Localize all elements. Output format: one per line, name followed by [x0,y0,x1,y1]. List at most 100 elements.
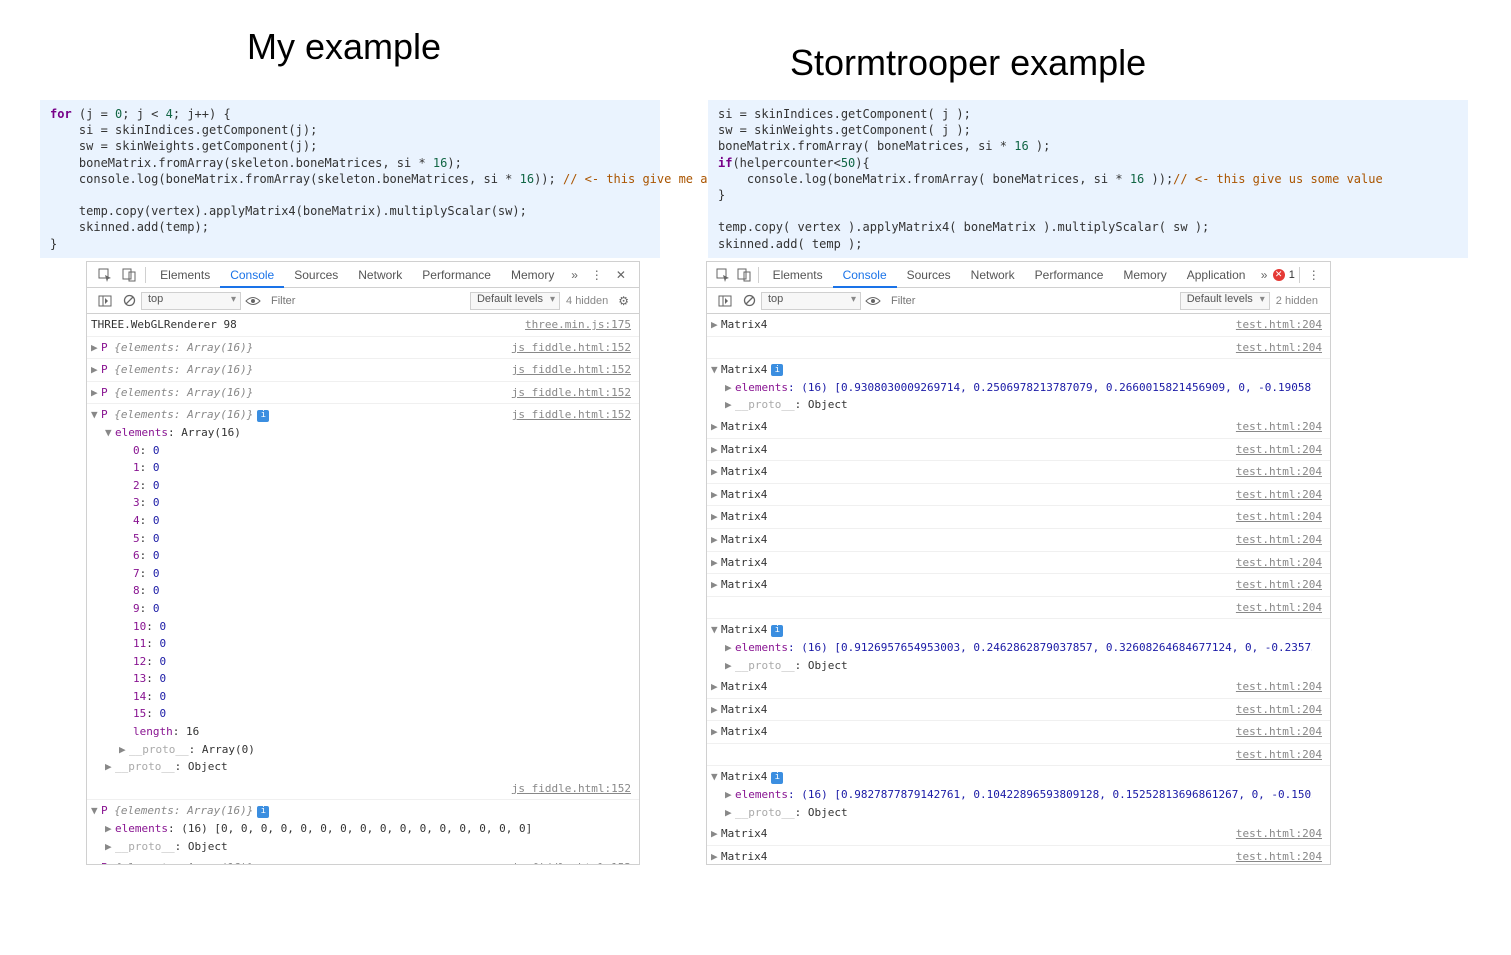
source-link[interactable]: test.html:204 [1226,486,1322,504]
info-badge-icon: i [771,625,783,637]
source-link[interactable]: js fiddle.html:152 [502,361,631,379]
device-icon[interactable] [117,262,141,288]
console-log-area[interactable]: THREE.WebGLRenderer 98three.min.js:175 ▶… [87,314,639,864]
source-link[interactable]: js fiddle.html:152 [502,339,631,357]
log-entry[interactable]: ▶Matrix4 [711,316,1226,334]
filter-input[interactable] [265,295,470,307]
hidden-count: 2 hidden [1270,295,1324,307]
sidebar-toggle-icon[interactable] [93,288,117,314]
log-entry[interactable]: ▶P {elements: Array(16)} [91,859,502,864]
log-entry[interactable]: ▶P {elements: Array(16)} [91,339,502,357]
source-link[interactable]: test.html:204 [1226,316,1322,334]
log-entry[interactable]: ▶Matrix4 [711,576,1226,594]
log-entry-expanded[interactable]: ▼P {elements: Array(16)}i ▼elements: Arr… [91,406,502,775]
source-link[interactable]: js fiddle.html:152 [502,859,631,864]
log-entry[interactable]: ▶Matrix4 [711,554,1226,572]
tabbar: Elements Console Sources Network Perform… [707,262,1330,288]
more-tabs-icon[interactable]: » [1255,268,1272,282]
tab-console[interactable]: Console [220,262,284,288]
source-link[interactable]: test.html:204 [1226,848,1322,864]
log-entry[interactable]: ▶Matrix4 [711,486,1226,504]
inspect-icon[interactable] [93,262,117,288]
log-entry[interactable]: ▶Matrix4 [711,723,1226,741]
source-link[interactable]: test.html:204 [1226,576,1322,594]
tab-application[interactable]: Application [1177,262,1256,288]
tab-performance[interactable]: Performance [412,262,501,288]
source-link[interactable]: test.html:204 [1226,701,1322,719]
gear-icon[interactable]: ⚙ [614,294,633,308]
source-link[interactable]: test.html:204 [1226,508,1322,526]
title-left: My example [247,26,441,68]
source-link[interactable]: js fiddle.html:152 [502,384,631,402]
more-tabs-icon[interactable]: » [564,268,584,282]
source-link[interactable]: test.html:204 [1226,441,1322,459]
levels-select[interactable]: Default levels [1180,292,1270,310]
error-badge[interactable]: ✕1 [1273,269,1295,281]
log-entry[interactable]: ▶Matrix4 [711,418,1226,436]
tab-network[interactable]: Network [348,262,412,288]
source-link[interactable]: test.html:204 [1226,825,1322,843]
eye-icon[interactable] [861,288,885,314]
log-entry[interactable]: ▶Matrix4 [711,701,1226,719]
tabbar: Elements Console Sources Network Perform… [87,262,639,288]
levels-select[interactable]: Default levels [470,292,560,310]
log-entry-expanded[interactable]: ▼Matrix4i ▶elements: (16) [0.91269576549… [711,621,1312,674]
error-dot-icon: ✕ [1273,269,1285,281]
inspect-icon[interactable] [713,262,733,288]
source-link[interactable]: test.html:204 [1226,723,1322,741]
eye-icon[interactable] [241,288,265,314]
log-entry-expanded[interactable]: ▼P {elements: Array(16)}i ▶elements: (16… [91,802,621,855]
tab-console[interactable]: Console [833,262,897,288]
close-icon[interactable]: ✕ [609,262,633,288]
kebab-icon[interactable]: ⋮ [1304,262,1324,288]
tab-performance[interactable]: Performance [1025,262,1114,288]
devtools-left: Elements Console Sources Network Perform… [86,261,640,865]
device-icon[interactable] [733,262,753,288]
console-log-area[interactable]: ▶Matrix4test.html:204 test.html:204 ▼Mat… [707,314,1330,864]
log-entry[interactable]: ▶Matrix4 [711,531,1226,549]
filter-input[interactable] [885,295,1180,307]
info-badge-icon: i [771,364,783,376]
info-badge-icon: i [771,772,783,784]
log-entry-expanded[interactable]: ▼Matrix4i ▶elements: (16) [0.98278778791… [711,768,1312,821]
log-entry[interactable]: ▶Matrix4 [711,441,1226,459]
tab-sources[interactable]: Sources [897,262,961,288]
filterbar: top Default levels 2 hidden [707,288,1330,314]
tab-elements[interactable]: Elements [763,262,833,288]
log-entry[interactable]: ▶Matrix4 [711,463,1226,481]
log-entry[interactable]: ▶Matrix4 [711,825,1226,843]
kebab-icon[interactable]: ⋮ [585,262,609,288]
log-entry-expanded[interactable]: ▼Matrix4i ▶elements: (16) [0.93080300092… [711,361,1312,414]
title-right: Stormtrooper example [790,42,1146,84]
log-entry[interactable]: ▶Matrix4 [711,508,1226,526]
tab-memory[interactable]: Memory [1113,262,1176,288]
context-select[interactable]: top [141,292,241,310]
clear-console-icon[interactable] [737,288,761,314]
source-link[interactable]: js fiddle.html:152 [502,780,631,798]
context-select[interactable]: top [761,292,861,310]
tab-elements[interactable]: Elements [150,262,220,288]
source-link[interactable]: three.min.js:175 [515,316,631,334]
source-link[interactable]: test.html:204 [1226,339,1322,357]
source-link[interactable]: test.html:204 [1226,531,1322,549]
log-entry[interactable]: ▶Matrix4 [711,678,1226,696]
source-link[interactable]: test.html:204 [1226,554,1322,572]
tab-memory[interactable]: Memory [501,262,564,288]
log-entry[interactable]: ▶P {elements: Array(16)} [91,384,502,402]
tab-sources[interactable]: Sources [284,262,348,288]
source-link[interactable]: test.html:204 [1226,599,1322,617]
log-entry[interactable]: THREE.WebGLRenderer 98 [91,316,515,334]
log-entry[interactable]: ▶Matrix4 [711,848,1226,864]
source-link[interactable]: test.html:204 [1226,678,1322,696]
clear-console-icon[interactable] [117,288,141,314]
devtools-right: Elements Console Sources Network Perform… [706,261,1331,865]
source-link[interactable]: test.html:204 [1226,463,1322,481]
info-badge-icon: i [257,806,269,818]
source-link[interactable]: test.html:204 [1226,746,1322,764]
source-link[interactable]: js fiddle.html:152 [502,406,631,775]
code-block-right: si = skinIndices.getComponent( j ); sw =… [708,100,1468,258]
sidebar-toggle-icon[interactable] [713,288,737,314]
source-link[interactable]: test.html:204 [1226,418,1322,436]
log-entry[interactable]: ▶P {elements: Array(16)} [91,361,502,379]
tab-network[interactable]: Network [961,262,1025,288]
